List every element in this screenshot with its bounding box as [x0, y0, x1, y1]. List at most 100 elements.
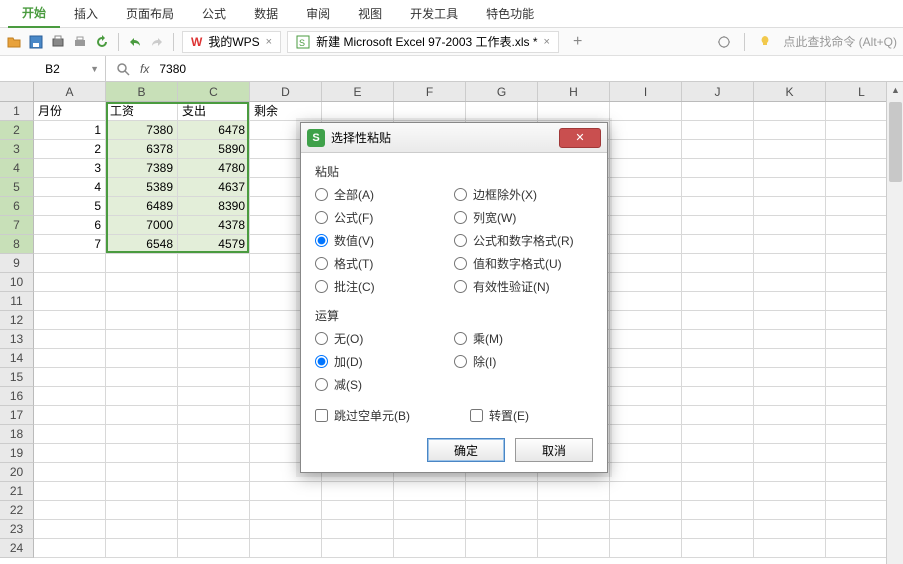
col-header-I[interactable]: I [610, 82, 682, 101]
cell[interactable] [682, 444, 754, 463]
cell[interactable]: 工资 [106, 102, 178, 121]
cell[interactable] [34, 311, 106, 330]
cell[interactable] [754, 140, 826, 159]
cell[interactable] [34, 387, 106, 406]
menu-features[interactable]: 特色功能 [472, 0, 548, 27]
cell[interactable] [610, 482, 682, 501]
cell[interactable] [34, 368, 106, 387]
col-header-H[interactable]: H [538, 82, 610, 101]
cell[interactable] [754, 197, 826, 216]
cell[interactable] [610, 292, 682, 311]
radio-input[interactable] [454, 234, 467, 247]
checkbox-input[interactable] [315, 409, 328, 422]
find-command-hint[interactable]: 点此查找命令 (Alt+Q) [783, 33, 897, 50]
radio-input[interactable] [315, 234, 328, 247]
cell[interactable] [610, 463, 682, 482]
cell[interactable]: 6548 [106, 235, 178, 254]
cell[interactable] [106, 520, 178, 539]
radio-option[interactable]: 列宽(W) [454, 209, 593, 226]
cell[interactable] [682, 102, 754, 121]
cell[interactable] [754, 501, 826, 520]
col-header-G[interactable]: G [466, 82, 538, 101]
row-header[interactable]: 22 [0, 501, 34, 520]
cell[interactable] [682, 425, 754, 444]
cell[interactable] [106, 463, 178, 482]
new-tab-button[interactable]: + [565, 33, 590, 51]
cell[interactable] [754, 311, 826, 330]
cell[interactable] [178, 425, 250, 444]
cell[interactable] [682, 292, 754, 311]
cell[interactable] [754, 368, 826, 387]
row-header[interactable]: 3 [0, 140, 34, 159]
cell[interactable] [178, 463, 250, 482]
search-icon[interactable] [116, 62, 130, 76]
cell[interactable] [682, 311, 754, 330]
cell[interactable] [106, 311, 178, 330]
radio-option[interactable]: 数值(V) [315, 232, 454, 249]
radio-option[interactable]: 边框除外(X) [454, 186, 593, 203]
cell[interactable] [754, 539, 826, 558]
row-header[interactable]: 7 [0, 216, 34, 235]
cell[interactable] [754, 159, 826, 178]
radio-option[interactable]: 批注(C) [315, 278, 454, 295]
cell[interactable] [538, 482, 610, 501]
cell[interactable] [178, 444, 250, 463]
cell[interactable] [466, 539, 538, 558]
cell[interactable] [106, 539, 178, 558]
cell[interactable] [106, 406, 178, 425]
cell[interactable] [754, 216, 826, 235]
cell[interactable] [394, 520, 466, 539]
cell[interactable] [106, 425, 178, 444]
cell[interactable]: 支出 [178, 102, 250, 121]
row-header[interactable]: 17 [0, 406, 34, 425]
cell[interactable] [538, 102, 610, 121]
cell[interactable] [178, 387, 250, 406]
cell[interactable] [754, 482, 826, 501]
cell[interactable] [682, 482, 754, 501]
cell[interactable] [682, 349, 754, 368]
cell[interactable] [754, 520, 826, 539]
cell[interactable]: 4579 [178, 235, 250, 254]
cell[interactable]: 6489 [106, 197, 178, 216]
cell[interactable] [610, 387, 682, 406]
cell[interactable] [34, 539, 106, 558]
vertical-scrollbar[interactable]: ▲ [886, 82, 903, 564]
cell[interactable] [250, 482, 322, 501]
cell[interactable] [34, 425, 106, 444]
menu-formula[interactable]: 公式 [188, 0, 240, 27]
row-header[interactable]: 23 [0, 520, 34, 539]
cell[interactable]: 7389 [106, 159, 178, 178]
cell[interactable]: 5389 [106, 178, 178, 197]
col-header-J[interactable]: J [682, 82, 754, 101]
menu-insert[interactable]: 插入 [60, 0, 112, 27]
cell[interactable] [106, 482, 178, 501]
cell[interactable] [610, 178, 682, 197]
cell[interactable] [106, 349, 178, 368]
name-box-input[interactable] [18, 62, 88, 76]
cell[interactable]: 3 [34, 159, 106, 178]
row-header[interactable]: 2 [0, 121, 34, 140]
tab-my-wps[interactable]: W 我的WPS × [182, 31, 281, 53]
open-icon[interactable] [6, 34, 22, 50]
col-header-A[interactable]: A [34, 82, 106, 101]
checkbox-input[interactable] [470, 409, 483, 422]
row-header[interactable]: 13 [0, 330, 34, 349]
cell[interactable] [610, 102, 682, 121]
cell[interactable] [466, 520, 538, 539]
cell[interactable]: 5890 [178, 140, 250, 159]
row-header[interactable]: 4 [0, 159, 34, 178]
cell[interactable] [754, 235, 826, 254]
row-header[interactable]: 14 [0, 349, 34, 368]
radio-input[interactable] [315, 188, 328, 201]
cell[interactable] [682, 178, 754, 197]
radio-input[interactable] [454, 332, 467, 345]
cell[interactable] [538, 520, 610, 539]
cell[interactable]: 4780 [178, 159, 250, 178]
radio-option[interactable]: 减(S) [315, 376, 454, 393]
row-header[interactable]: 8 [0, 235, 34, 254]
cell[interactable] [466, 501, 538, 520]
cell[interactable] [754, 178, 826, 197]
cell[interactable] [754, 273, 826, 292]
radio-input[interactable] [315, 257, 328, 270]
cell[interactable] [682, 463, 754, 482]
